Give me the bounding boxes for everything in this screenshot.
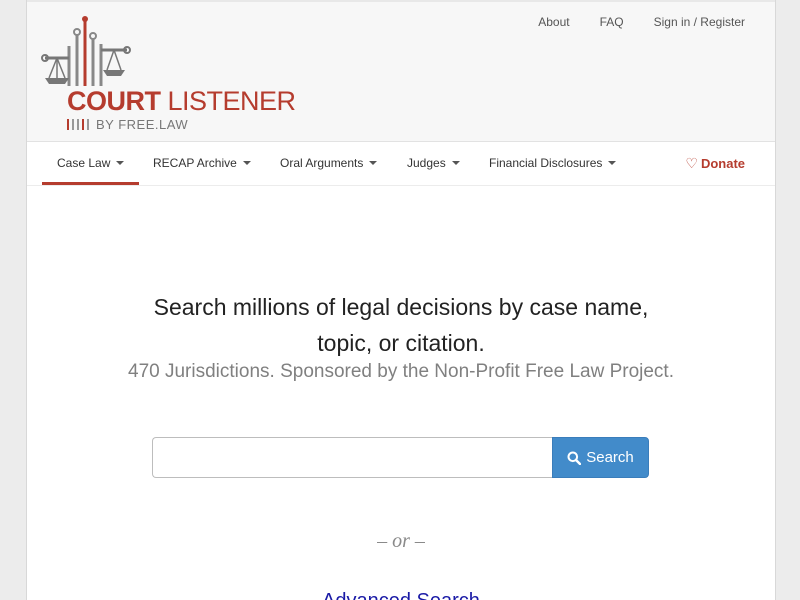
nav-financial-disclosures[interactable]: Financial Disclosures: [489, 142, 617, 185]
logo-wordmark: COURT LISTENER: [67, 88, 296, 115]
faq-link[interactable]: FAQ: [600, 15, 624, 29]
advanced-search-link[interactable]: Advanced Search: [27, 590, 775, 600]
caret-down-icon: [242, 161, 251, 165]
hero-title-line-1: Search millions of legal decisions by ca…: [153, 294, 649, 320]
logo-word-listener-text: LISTENER: [167, 86, 297, 116]
nav-financial-disclosures-label: Financial Disclosures: [489, 156, 603, 170]
nav-recap-archive[interactable]: RECAP Archive: [153, 142, 251, 185]
nav-recap-archive-label: RECAP Archive: [153, 156, 237, 170]
heart-icon: ♡: [685, 155, 698, 171]
search-icon: [567, 451, 582, 465]
main-navbar: Case Law RECAP Archive Oral Arguments Ju…: [27, 142, 775, 186]
caret-down-icon: [608, 161, 617, 165]
caret-down-icon: [116, 161, 125, 165]
page-container: COURT LISTENER BY FREE.LAW About FAQ Sig…: [26, 0, 776, 600]
scales-icon: [41, 16, 131, 86]
nav-case-law-label: Case Law: [57, 156, 111, 170]
hero-title: Search millions of legal decisions by ca…: [27, 289, 775, 361]
donate-label: Donate: [700, 156, 745, 171]
nav-oral-arguments-label: Oral Arguments: [280, 156, 364, 170]
signin-register-link[interactable]: Sign in / Register: [654, 15, 745, 29]
nav-oral-arguments[interactable]: Oral Arguments: [280, 142, 378, 185]
logo-tagline-row: BY FREE.LAW: [67, 117, 188, 132]
courtlistener-logo[interactable]: COURT LISTENER BY FREE.LAW: [41, 14, 311, 136]
donate-link[interactable]: ♡ Donate: [685, 142, 745, 185]
header-topline: [27, 0, 775, 2]
about-link[interactable]: About: [538, 15, 569, 29]
hero-subtitle: 470 Jurisdictions. Sponsored by the Non-…: [128, 361, 674, 382]
barcode-icon: [67, 119, 89, 130]
logo-tagline: BY FREE.LAW: [96, 117, 189, 132]
or-divider: – or –: [377, 530, 425, 552]
top-links: About FAQ Sign in / Register: [538, 15, 745, 29]
search-button-label: Search: [586, 449, 634, 466]
search-form: Search: [152, 437, 649, 478]
caret-down-icon: [369, 161, 378, 165]
search-button[interactable]: Search: [552, 437, 649, 478]
nav-case-law[interactable]: Case Law: [42, 142, 139, 185]
nav-judges-label: Judges: [407, 156, 446, 170]
site-header: COURT LISTENER BY FREE.LAW About FAQ Sig…: [27, 0, 775, 142]
caret-down-icon: [451, 161, 460, 165]
nav-judges[interactable]: Judges: [407, 142, 460, 185]
logo-word-listener: LISTENER: [161, 86, 297, 116]
search-input[interactable]: [152, 437, 552, 478]
hero-title-line-2: topic, or citation.: [317, 330, 485, 356]
logo-word-court: COURT: [67, 86, 161, 116]
